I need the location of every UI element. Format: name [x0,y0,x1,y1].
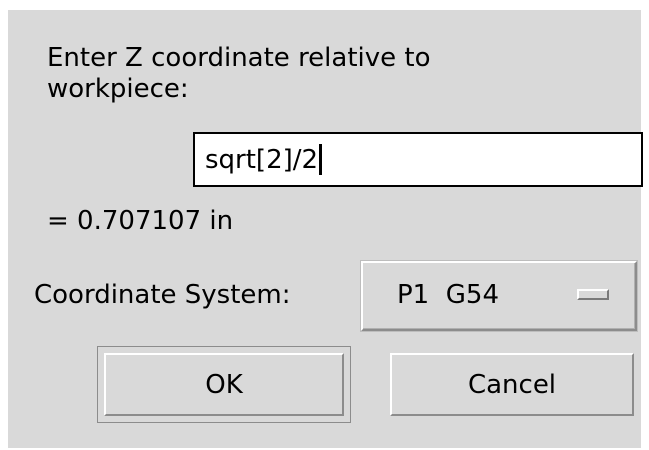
z-coordinate-dialog: Enter Z coordinate relative to workpiece… [8,10,643,448]
entry-text: sqrt[2]/2 [205,144,319,175]
prompt-label: Enter Z coordinate relative to workpiece… [47,43,431,104]
coordinate-system-value: P1 G54 [397,280,499,310]
result-label: = 0.707107 in [47,206,234,236]
option-menu-indicator-icon [577,289,609,300]
ok-button[interactable]: OK [104,353,344,416]
text-cursor [319,144,323,175]
coordinate-system-label: Coordinate System: [34,280,291,310]
cancel-button[interactable]: Cancel [390,353,634,416]
z-coordinate-entry[interactable]: sqrt[2]/2 [193,132,643,187]
coordinate-system-menubutton[interactable]: P1 G54 [361,261,637,331]
